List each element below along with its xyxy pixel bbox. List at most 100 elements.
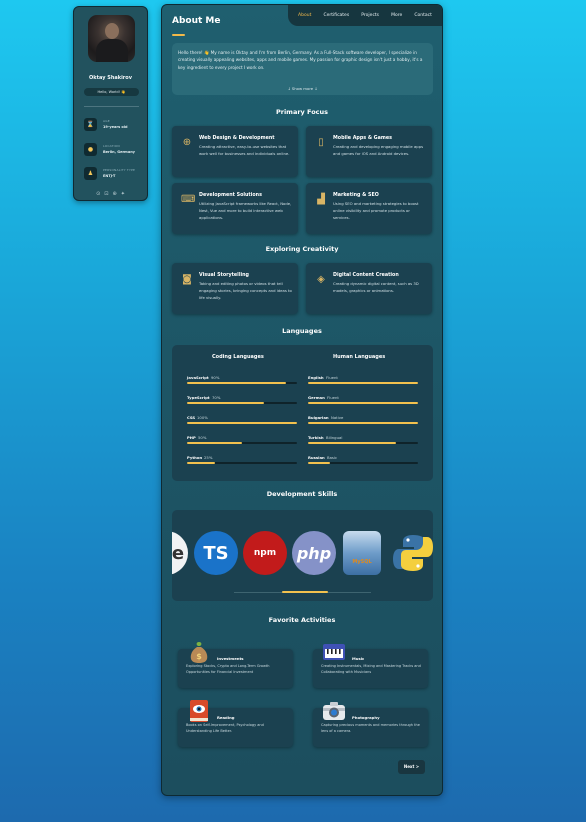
language-bar-track	[308, 402, 418, 404]
language-row: Bulgarian Native	[308, 415, 418, 427]
language-level: Fluent	[327, 395, 339, 400]
activity-title: Investments	[217, 656, 244, 661]
activity-title: Photography	[352, 715, 380, 720]
nav-certificates[interactable]: Certificates	[323, 13, 349, 18]
twitter-icon[interactable]: ✦	[121, 191, 125, 197]
language-bar-track	[187, 462, 297, 464]
language-level: Bilingual	[326, 435, 343, 440]
github-icon[interactable]: ⊙	[96, 191, 100, 197]
focus-card: ⌨ Development Solutions Utilizing JavaSc…	[172, 183, 298, 234]
language-level: 70%	[212, 395, 221, 400]
activity-card-music: Music Creating Instrumentals, Mixing and…	[313, 644, 428, 688]
language-row: Python 25%	[187, 455, 297, 467]
language-name: Russian	[308, 455, 325, 460]
hourglass-icon: ⌛	[84, 118, 97, 131]
activity-title: Reading	[217, 715, 235, 720]
info-value: 19-years old	[103, 125, 128, 129]
card-title: Web Design & Development	[199, 136, 275, 141]
person-icon: ♟	[84, 167, 97, 180]
language-bar-fill	[308, 462, 330, 464]
card-desc: Creating and developing engaging mobile …	[333, 144, 424, 156]
language-name: PHP	[187, 435, 196, 440]
nav-more[interactable]: More	[391, 13, 402, 18]
human-languages-title: Human Languages	[333, 354, 386, 360]
carousel-scroll-thumb[interactable]	[282, 591, 328, 593]
language-name: CSS	[187, 415, 196, 420]
typescript-logo-icon: TS	[194, 531, 238, 575]
card-title: Mobile Apps & Games	[333, 136, 392, 141]
activities-title: Favorite Activities	[268, 616, 336, 624]
dribbble-icon[interactable]: ⊕	[113, 191, 117, 197]
language-bar-fill	[187, 442, 242, 444]
cube-icon: ◈	[317, 274, 325, 285]
nav-contact[interactable]: Contact	[414, 13, 432, 18]
language-bar-track	[308, 422, 418, 424]
piano-icon	[322, 640, 346, 664]
partial-logo-icon: e	[172, 531, 188, 575]
profile-name: Oktay Shakirov	[89, 75, 132, 81]
info-location: ● LOCATION Berlin, Germany	[84, 143, 144, 157]
language-level: 50%	[198, 435, 207, 440]
camera-icon: ◙	[182, 274, 192, 285]
language-name: English	[308, 375, 324, 380]
language-bar-track	[308, 382, 418, 384]
language-row: TypeScript 70%	[187, 395, 297, 407]
card-desc: Using SEO and marketing strategies to bo…	[333, 201, 419, 220]
globe-icon: ⊕	[182, 137, 192, 148]
language-name: TypeScript	[187, 395, 210, 400]
coding-languages-title: Coding Languages	[212, 354, 264, 360]
intro-box: Hello there! 👋 My name is Oktay and I'm …	[172, 43, 433, 95]
language-name: Bulgarian	[308, 415, 329, 420]
nav-projects[interactable]: Projects	[361, 13, 379, 18]
avatar	[88, 15, 135, 62]
card-title: Digital Content Creation	[333, 273, 399, 278]
language-bar-track	[308, 442, 418, 444]
language-row: JavaScript 90%	[187, 375, 297, 387]
language-name: JavaScript	[187, 375, 209, 380]
top-nav: About Certificates Projects More Contact	[288, 5, 442, 26]
show-more-button[interactable]: ↓ Show more ↓	[172, 86, 433, 91]
language-bar-track	[308, 462, 418, 464]
camera-photo-icon	[322, 699, 346, 723]
profile-divider	[84, 106, 139, 107]
creativity-card: ◈ Digital Content Creation Creating dyna…	[306, 263, 432, 314]
language-bar-track	[187, 382, 297, 384]
info-value: ENTJ-T	[103, 174, 116, 178]
primary-focus-title: Primary Focus	[275, 108, 329, 116]
language-bar-track	[187, 402, 297, 404]
language-row: Russian Basic	[308, 455, 418, 467]
language-row: Turkish Bilingual	[308, 435, 418, 447]
info-label: AGE	[103, 119, 110, 123]
info-label: PERSONALITY TYPE	[103, 168, 136, 172]
language-level: Basic	[327, 455, 338, 460]
language-row: CSS 100%	[187, 415, 297, 427]
skills-carousel[interactable]: e TS npm php MySQL	[172, 510, 433, 601]
card-desc: Taking and editing photos or videos that…	[199, 281, 292, 300]
activity-desc: Capturing precious moments and memories …	[321, 723, 420, 733]
next-button[interactable]: Next >	[398, 760, 425, 774]
focus-card: ⊕ Web Design & Development Creating attr…	[172, 126, 298, 177]
language-row: German Fluent	[308, 395, 418, 407]
info-label: LOCATION	[103, 144, 120, 148]
language-bar-fill	[308, 442, 396, 444]
mysql-logo-icon: MySQL	[343, 531, 381, 575]
money-bag-icon: $	[187, 640, 211, 664]
activity-card-photography: Photography Capturing precious moments a…	[313, 702, 428, 747]
languages-title: Languages	[282, 327, 322, 335]
language-name: German	[308, 395, 325, 400]
instagram-icon[interactable]: ⊡	[104, 191, 108, 197]
activity-desc: Exploring Stocks, Crypto and Long-Term G…	[186, 664, 270, 674]
card-desc: Creating attractive, easy-to-use website…	[199, 144, 290, 156]
language-bar-fill	[187, 402, 264, 404]
card-desc: Utilizing JavaScript frameworks like Rea…	[199, 201, 292, 220]
card-title: Marketing & SEO	[333, 193, 379, 198]
nav-about[interactable]: About	[298, 13, 311, 18]
page-title: About Me	[172, 16, 221, 26]
book-icon	[187, 699, 211, 723]
language-bar-fill	[187, 382, 286, 384]
svg-text:$: $	[196, 652, 202, 661]
info-personality: ♟ PERSONALITY TYPE ENTJ-T	[84, 167, 144, 181]
language-bar-fill	[308, 402, 418, 404]
creativity-title: Exploring Creativity	[265, 245, 339, 253]
activity-card-investments: $ Investments Exploring Stocks, Crypto a…	[178, 642, 293, 688]
